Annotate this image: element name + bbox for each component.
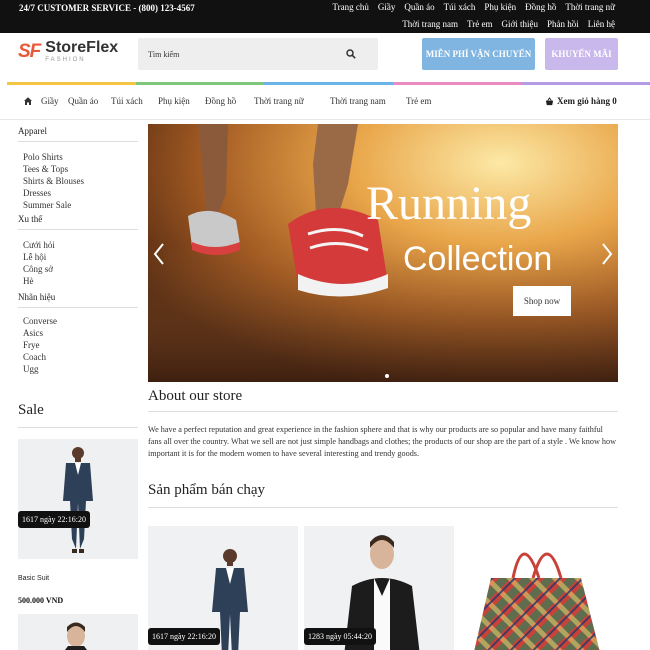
- logo-name: StoreFlex: [45, 39, 119, 56]
- suit-man-image: [18, 439, 138, 559]
- sidebar-item-coach[interactable]: Coach: [23, 352, 46, 362]
- sidebar-item-ugg[interactable]: Ugg: [23, 364, 39, 374]
- sidebar-item-frye[interactable]: Frye: [23, 340, 40, 350]
- logo-mark: SF: [18, 40, 41, 62]
- nav-item-clothing[interactable]: Quần áo: [68, 96, 98, 106]
- sale-title: Sale: [18, 402, 44, 418]
- nav-item-shoes[interactable]: Giầy: [41, 96, 59, 106]
- sidebar-item-shirts-blouses[interactable]: Shirts & Blouses: [23, 176, 84, 186]
- top-link-shoes[interactable]: Giầy: [378, 2, 396, 12]
- top-link-watches[interactable]: Đồng hồ: [525, 2, 556, 12]
- nav-item-bags[interactable]: Túi xách: [111, 96, 143, 106]
- chevron-right-icon[interactable]: [600, 242, 614, 266]
- logo[interactable]: SF StoreFlex FASHION: [18, 39, 119, 64]
- hero-subtitle: Collection: [403, 240, 553, 278]
- sale-product-name[interactable]: Basic Suit: [18, 575, 49, 582]
- top-link-home[interactable]: Trang chủ: [332, 2, 368, 12]
- divider: [18, 229, 138, 230]
- top-link-women[interactable]: Thời trang nữ: [565, 2, 615, 12]
- sidebar-item-tees-tops[interactable]: Tees & Tops: [23, 164, 68, 174]
- top-link-feedback[interactable]: Phản hồi: [547, 19, 579, 29]
- about-title: About our store: [148, 388, 243, 404]
- category-title-brands: Nhãn hiệu: [18, 292, 56, 302]
- header: SF StoreFlex FASHION MIỄN PHÍ VẬN CHUYỂN…: [0, 33, 650, 83]
- basket-icon: [545, 96, 554, 105]
- hero-slider: Running Collection Shop now: [148, 124, 618, 382]
- divider: [18, 427, 138, 428]
- countdown-timer: 1283 ngày 05:44:20: [304, 628, 376, 645]
- countdown-timer: 1617 ngày 22:16:20: [18, 511, 90, 528]
- sidebar-item-office[interactable]: Công sở: [23, 264, 53, 274]
- top-link-clothing[interactable]: Quần áo: [404, 2, 434, 12]
- man-portrait-image: [18, 614, 138, 650]
- top-links-row-1: Trang chủ Giầy Quần áo Túi xách Phụ kiện…: [332, 2, 615, 12]
- nav-item-women[interactable]: Thời trang nữ: [254, 96, 304, 106]
- top-link-contact[interactable]: Liên hệ: [588, 19, 615, 29]
- sidebar-item-dresses[interactable]: Dresses: [23, 188, 51, 198]
- shop-now-button[interactable]: Shop now: [513, 286, 571, 316]
- product-card[interactable]: 1617 ngày 22:16:20: [148, 526, 298, 650]
- promotion-button[interactable]: KHUYẾN MÃI: [545, 38, 618, 70]
- top-link-men[interactable]: Thời trang nam: [402, 19, 458, 29]
- top-bar: 24/7 CUSTOMER SERVICE - (800) 123-4567 T…: [0, 0, 650, 33]
- category-title-trends: Xu thế: [18, 214, 43, 224]
- divider: [18, 141, 138, 142]
- search-box: [138, 38, 378, 70]
- sidebar-item-converse[interactable]: Converse: [23, 316, 57, 326]
- free-shipping-button[interactable]: MIỄN PHÍ VẬN CHUYỂN: [422, 38, 535, 70]
- cart-label: Xem giỏ hàng 0: [557, 96, 617, 106]
- plaid-handbag-image: [461, 526, 611, 650]
- customer-service-text: 24/7 CUSTOMER SERVICE - (800) 123-4567: [19, 3, 195, 13]
- slider-dot[interactable]: [385, 374, 389, 378]
- sale-product-image-2[interactable]: [18, 614, 138, 650]
- home-icon[interactable]: [23, 96, 33, 106]
- nav-item-watches[interactable]: Đồng hồ: [205, 96, 236, 106]
- top-link-bags[interactable]: Túi xách: [444, 2, 476, 12]
- nav-item-kids[interactable]: Trẻ em: [406, 96, 431, 106]
- chevron-left-icon[interactable]: [152, 242, 166, 266]
- search-icon[interactable]: [346, 49, 356, 59]
- sale-product-image[interactable]: 1617 ngày 22:16:20: [18, 439, 138, 559]
- product-card[interactable]: [461, 526, 611, 650]
- logo-subtitle: FASHION: [45, 57, 86, 63]
- sale-product-price: 500.000 VND: [18, 596, 64, 605]
- about-text: We have a perfect reputation and great e…: [148, 425, 617, 458]
- search-input[interactable]: [138, 38, 338, 70]
- sidebar-item-wedding[interactable]: Cưới hỏi: [23, 240, 55, 250]
- top-links-row-2: Thời trang nam Trẻ em Giới thiệu Phản hồ…: [402, 19, 615, 29]
- divider: [148, 507, 618, 508]
- sidebar-item-festival[interactable]: Lễ hội: [23, 252, 46, 262]
- sidebar-item-polo-shirts[interactable]: Polo Shirts: [23, 152, 63, 162]
- nav-item-accessories[interactable]: Phụ kiện: [158, 96, 190, 106]
- main-nav: Giầy Quần áo Túi xách Phụ kiện Đồng hồ T…: [0, 85, 650, 120]
- top-link-about[interactable]: Giới thiệu: [501, 19, 538, 29]
- divider: [148, 411, 618, 412]
- hero-title: Running: [366, 177, 532, 230]
- sidebar-item-asics[interactable]: Asics: [23, 328, 43, 338]
- nav-item-men[interactable]: Thời trang nam: [330, 96, 386, 106]
- sidebar-item-summer[interactable]: Hè: [23, 276, 34, 286]
- product-card[interactable]: 1283 ngày 05:44:20: [304, 526, 454, 650]
- sidebar-item-summer-sale[interactable]: Summer Sale: [23, 200, 71, 210]
- cart-link[interactable]: Xem giỏ hàng 0: [545, 96, 617, 106]
- top-link-kids[interactable]: Trẻ em: [467, 19, 492, 29]
- top-link-accessories[interactable]: Phụ kiện: [484, 2, 516, 12]
- countdown-timer: 1617 ngày 22:16:20: [148, 628, 220, 645]
- bestsellers-title: Sản phẩm bán chạy: [148, 482, 266, 498]
- divider: [18, 307, 138, 308]
- category-title-apparel: Apparel: [18, 126, 47, 136]
